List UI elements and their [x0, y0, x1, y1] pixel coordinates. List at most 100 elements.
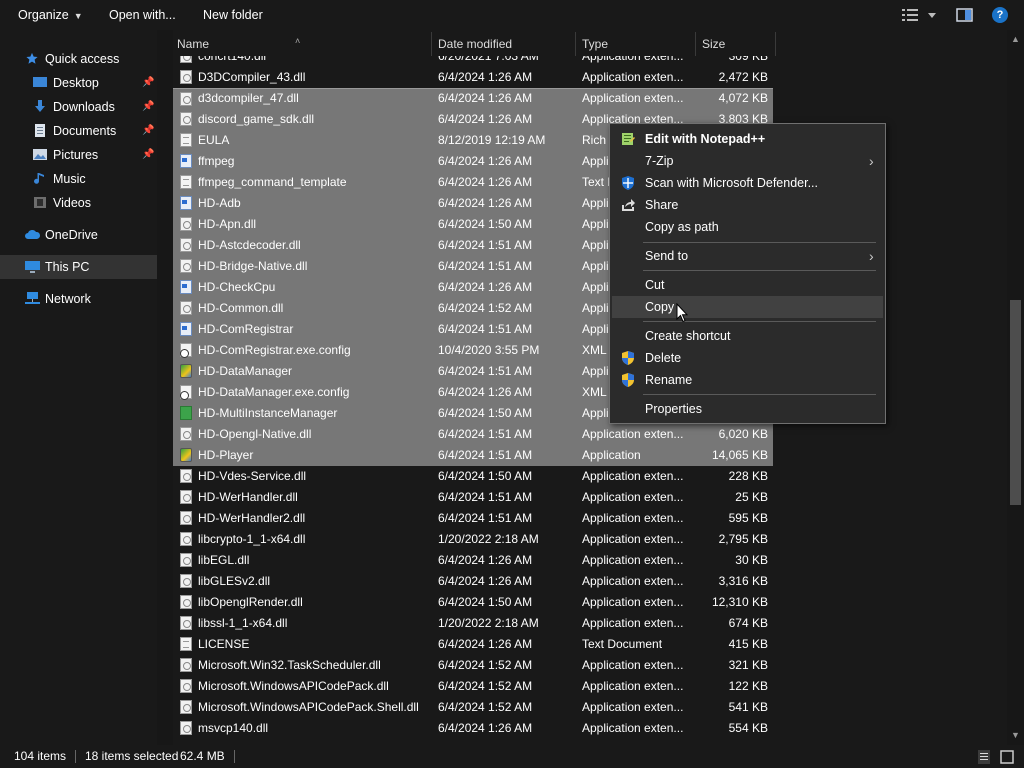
nav-item-desktop[interactable]: Desktop 📌	[0, 71, 157, 95]
column-divider[interactable]	[695, 32, 696, 56]
menu-item-send-to[interactable]: Send to ›	[612, 245, 883, 267]
column-size[interactable]: Size	[698, 30, 775, 56]
column-type[interactable]: Type	[578, 30, 694, 56]
file-type: Application exten...	[582, 700, 684, 714]
change-view-button[interactable]	[902, 5, 942, 25]
file-size: 3,316 KB	[718, 574, 768, 588]
file-size: 6,020 KB	[718, 427, 768, 441]
details-view-icon	[902, 9, 936, 21]
menu-item-share[interactable]: Share	[612, 194, 883, 216]
dll-file-icon	[180, 616, 192, 630]
nav-item-network[interactable]: Network	[0, 287, 157, 311]
file-type: Application exten...	[582, 427, 684, 441]
table-row[interactable]: D3DCompiler_43.dll 6/4/2024 1:26 AM Applic…	[173, 67, 773, 88]
menu-item-copy[interactable]: Copy	[612, 296, 883, 318]
context-menu: Edit with Notepad++ 7-Zip › Scan with Mi…	[609, 123, 886, 424]
file-name: Microsoft.WindowsAPICodePack.Shell.dll	[198, 700, 419, 714]
new-folder-button[interactable]: New folder	[203, 0, 263, 30]
details-view-toggle-icon[interactable]	[978, 750, 990, 764]
table-row[interactable]: msvcp140.dll 6/4/2024 1:26 AM Application …	[173, 718, 773, 739]
menu-item-rename[interactable]: Rename	[612, 369, 883, 391]
dll-file-icon	[180, 490, 192, 504]
status-divider	[234, 750, 235, 763]
nav-label: Quick access	[45, 52, 120, 66]
file-date: 6/4/2024 1:52 AM	[438, 700, 533, 714]
file-date: 1/20/2022 2:18 AM	[438, 616, 539, 630]
help-icon[interactable]: ?	[992, 7, 1008, 23]
file-list-scrollbar[interactable]: ▲ ▼	[1007, 30, 1024, 745]
column-divider[interactable]	[575, 32, 576, 56]
menu-item-copy-as-path[interactable]: Copy as path	[612, 216, 883, 238]
nav-item-quick-access[interactable]: Quick access	[0, 47, 157, 71]
table-row[interactable]: HD-WerHandler2.dll 6/4/2024 1:51 AM Applic…	[173, 508, 773, 529]
chevron-down-icon: ▼	[73, 11, 83, 21]
nav-label: Network	[45, 292, 91, 306]
dll-file-icon	[180, 217, 192, 231]
table-row[interactable]: Microsoft.WindowsAPICodePack.dll 6/4/2024…	[173, 676, 773, 697]
table-row[interactable]: Microsoft.WindowsAPICodePack.Shell.dll 6/…	[173, 697, 773, 718]
nav-item-onedrive[interactable]: OneDrive	[0, 223, 157, 247]
menu-item-scan-with-defender[interactable]: Scan with Microsoft Defender...	[612, 172, 883, 194]
command-bar: Organize ▼ Open with... New folder ?	[0, 0, 1024, 30]
table-row[interactable]: libcrypto-1_1-x64.dll 1/20/2022 2:18 AM Ap…	[173, 529, 773, 550]
menu-item-7-zip[interactable]: 7-Zip ›	[612, 150, 883, 172]
nav-item-videos[interactable]: Videos	[0, 191, 157, 215]
organize-button[interactable]: Organize ▼	[18, 0, 83, 30]
nav-label: Music	[53, 172, 86, 186]
column-header: Name ˄ Date modified Type Size	[173, 30, 1007, 56]
mouse-pointer-icon	[676, 303, 688, 323]
table-row[interactable]: HD-Opengl-Native.dll 6/4/2024 1:51 AM Appl…	[173, 424, 773, 445]
navigation-pane-scrollbar[interactable]	[157, 30, 173, 745]
nav-item-music[interactable]: Music	[0, 167, 157, 191]
file-size: 4,072 KB	[718, 91, 768, 105]
file-name: LICENSE	[198, 637, 250, 651]
chevron-right-icon: ›	[869, 153, 874, 169]
dll-file-icon	[180, 92, 192, 106]
music-note-icon	[34, 173, 44, 184]
nav-item-documents[interactable]: Documents 📌	[0, 119, 157, 143]
large-icons-view-toggle-icon[interactable]	[1000, 750, 1014, 764]
file-size: 595 KB	[728, 511, 768, 525]
preview-pane-button[interactable]	[956, 5, 974, 25]
table-row[interactable]: libssl-1_1-x64.dll 1/20/2022 2:18 AM Appli…	[173, 613, 773, 634]
preview-pane-icon	[956, 8, 973, 22]
application-icon	[180, 322, 192, 336]
nav-item-pictures[interactable]: Pictures 📌	[0, 143, 157, 167]
file-size: 12,310 KB	[711, 595, 768, 609]
column-name[interactable]: Name ˄	[173, 30, 431, 56]
menu-item-delete[interactable]: Delete	[612, 347, 883, 369]
nav-item-downloads[interactable]: Downloads 📌	[0, 95, 157, 119]
column-divider[interactable]	[431, 32, 432, 56]
table-row[interactable]: Microsoft.Win32.TaskScheduler.dll 6/4/202…	[173, 655, 773, 676]
table-row[interactable]: libOpenglRender.dll 6/4/2024 1:50 AM Appli…	[173, 592, 773, 613]
scroll-down-icon[interactable]: ▼	[1011, 730, 1020, 740]
nav-label: Videos	[53, 196, 91, 210]
table-row[interactable]: LICENSE 6/4/2024 1:26 AM Text Document 415 …	[173, 634, 773, 655]
column-date-modified[interactable]: Date modified	[434, 30, 574, 56]
table-row[interactable]: d3dcompiler_47.dll 6/4/2024 1:26 AM Applic…	[173, 88, 773, 109]
menu-item-cut[interactable]: Cut	[612, 274, 883, 296]
menu-item-create-shortcut[interactable]: Create shortcut	[612, 325, 883, 347]
menu-item-properties[interactable]: Properties	[612, 398, 883, 420]
table-row[interactable]: libGLESv2.dll 6/4/2024 1:26 AM Application…	[173, 571, 773, 592]
uac-shield-icon	[622, 351, 634, 365]
file-date: 6/4/2024 1:51 AM	[438, 511, 533, 525]
table-row[interactable]: HD-WerHandler.dll 6/4/2024 1:51 AM Applica…	[173, 487, 773, 508]
file-date: 6/4/2024 1:51 AM	[438, 238, 533, 252]
scroll-up-icon[interactable]: ▲	[1011, 34, 1020, 44]
table-row[interactable]: HD-Vdes-Service.dll 6/4/2024 1:50 AM Appli…	[173, 466, 773, 487]
menu-item-label: Cut	[645, 278, 665, 292]
application-icon	[180, 280, 192, 294]
open-with-button[interactable]: Open with...	[109, 0, 176, 30]
table-row[interactable]: libEGL.dll 6/4/2024 1:26 AM Application ex…	[173, 550, 773, 571]
file-size: 554 KB	[728, 721, 768, 735]
file-type: Application exten...	[582, 553, 684, 567]
file-name: libEGL.dll	[198, 553, 250, 567]
nav-item-this-pc[interactable]: This PC	[0, 255, 157, 279]
scrollbar-thumb[interactable]	[1010, 300, 1021, 505]
menu-item-edit-with-notepad-plus-plus[interactable]: Edit with Notepad++	[612, 128, 883, 150]
table-row[interactable]: HD-Player 6/4/2024 1:51 AM Application 14,0…	[173, 445, 773, 466]
column-divider[interactable]	[775, 32, 776, 56]
file-name: HD-Adb	[198, 196, 241, 210]
selection-count: 18 items selected	[85, 749, 179, 763]
